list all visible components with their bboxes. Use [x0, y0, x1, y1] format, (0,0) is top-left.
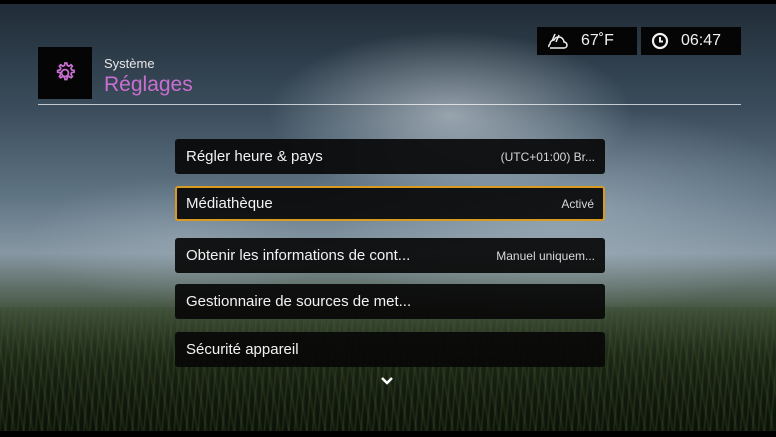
- temperature-readout: 67˚F: [581, 32, 614, 49]
- menu-item-label: Régler heure & pays: [186, 148, 323, 165]
- menu-item-label: Gestionnaire de sources de met...: [186, 293, 412, 310]
- menu-item-metadata-sources[interactable]: Gestionnaire de sources de met...: [175, 284, 605, 319]
- menu-item-content-info[interactable]: Obtenir les informations de cont... Manu…: [175, 238, 605, 273]
- clock-icon: [651, 32, 669, 50]
- section-subtitle: Système: [104, 56, 155, 71]
- background-grass: [0, 307, 776, 437]
- menu-item-value: Activé: [561, 196, 594, 211]
- settings-app-icon: [38, 47, 92, 99]
- header-divider: [38, 104, 741, 105]
- chevron-down-icon[interactable]: [380, 376, 394, 386]
- frame-top: [0, 0, 776, 4]
- menu-item-value: (UTC+01:00) Br...: [500, 149, 595, 164]
- menu-item-label: Sécurité appareil: [186, 341, 299, 358]
- menu-item-value: Manuel uniquem...: [496, 248, 595, 263]
- menu-item-time-country[interactable]: Régler heure & pays (UTC+01:00) Br...: [175, 139, 605, 174]
- frame-bottom: [0, 431, 776, 437]
- time-readout: 06:47: [681, 32, 722, 49]
- menu-item-device-security[interactable]: Sécurité appareil: [175, 332, 605, 367]
- gear-icon: [56, 62, 75, 81]
- weather-cloud-icon: [548, 33, 568, 49]
- weather-widget: 67˚F: [537, 27, 637, 55]
- menu-item-label: Médiathèque: [186, 195, 273, 212]
- page-title: Réglages: [104, 73, 193, 96]
- menu-item-label: Obtenir les informations de cont...: [186, 247, 411, 264]
- menu-item-media-library[interactable]: Médiathèque Activé: [175, 186, 605, 221]
- clock-widget: 06:47: [641, 27, 741, 55]
